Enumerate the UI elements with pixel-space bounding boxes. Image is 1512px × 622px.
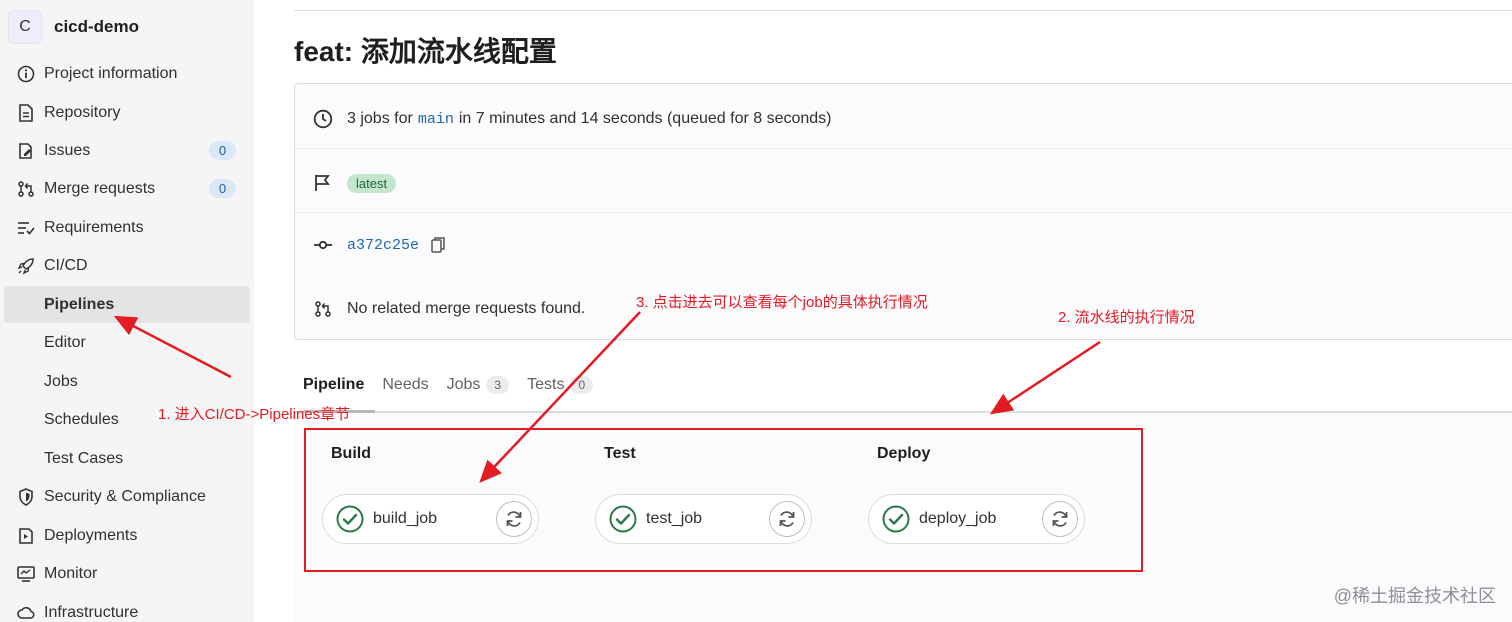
sidebar-item-label: Infrastructure (44, 603, 139, 621)
sidebar-item-repository[interactable]: Repository (4, 94, 250, 131)
summary-prefix: 3 jobs for (347, 110, 413, 127)
sidebar-item-label: Repository (44, 103, 121, 121)
info-divider (295, 148, 1512, 149)
pipeline-tags-row: latest (295, 170, 1512, 196)
sidebar-item-project-information[interactable]: Project information (4, 55, 250, 92)
sidebar-item-label: Merge requests (44, 179, 156, 197)
merge-request-icon (16, 179, 36, 199)
tab-needs[interactable]: Needs (382, 376, 428, 394)
rocket-icon (16, 256, 36, 276)
sidebar-item-infrastructure[interactable]: Infrastructure (4, 594, 250, 622)
summary-suffix: in 7 minutes and 14 seconds (queued for … (458, 110, 832, 127)
no-merge-requests-text: No related merge requests found. (347, 300, 586, 317)
sidebar-item-issues[interactable]: Issues 0 (4, 132, 250, 169)
tab-tests[interactable]: Tests 0 (527, 376, 594, 394)
annotation-1: 1. 进入CI/CD->Pipelines章节 (158, 406, 351, 423)
tab-jobs[interactable]: Jobs 3 (446, 376, 510, 394)
page-title: feat: 添加流水线配置 (294, 36, 557, 67)
sidebar-item-cicd[interactable]: CI/CD (4, 247, 250, 284)
requirements-icon (16, 218, 36, 238)
annotation-arrow-2 (989, 340, 1101, 415)
tab-label: Jobs (446, 376, 481, 393)
sidebar-item-deployments[interactable]: Deployments (4, 517, 250, 554)
sidebar-item-label: Project information (44, 64, 178, 82)
annotation-highlight-box (304, 428, 1143, 572)
latest-badge: latest (347, 173, 397, 193)
document-icon (16, 103, 36, 123)
commit-icon (313, 235, 333, 255)
watermark: @稀土掘金技术社区 (1333, 586, 1496, 606)
sidebar-item-requirements[interactable]: Requirements (4, 209, 250, 246)
sidebar-item-label: CI/CD (44, 256, 88, 274)
sidebar-item-jobs[interactable]: Jobs (4, 363, 250, 400)
deployments-icon (16, 526, 36, 546)
branch-link[interactable]: main (418, 111, 454, 128)
pipeline-summary-row: 3 jobs for main in 7 minutes and 14 seco… (295, 106, 1512, 132)
tab-count: 3 (486, 376, 510, 394)
sidebar-item-pipelines[interactable]: Pipelines (4, 286, 250, 323)
sidebar-item-label: Pipelines (44, 295, 115, 313)
sidebar-item-editor[interactable]: Editor (4, 324, 250, 361)
top-divider (294, 10, 1512, 11)
annotation-3: 3. 点击进去可以查看每个job的具体执行情况 (636, 294, 928, 311)
info-divider (295, 212, 1512, 213)
sidebar-item-monitor[interactable]: Monitor (4, 555, 250, 592)
clock-icon (313, 109, 333, 129)
sidebar-item-label: Monitor (44, 564, 98, 582)
cloud-icon (16, 603, 36, 622)
sidebar-item-test-cases[interactable]: Test Cases (4, 440, 250, 477)
issues-count-badge: 0 (209, 141, 236, 160)
sidebar-item-merge-requests[interactable]: Merge requests 0 (4, 170, 250, 207)
sidebar-item-label: Schedules (44, 410, 119, 428)
project-avatar: C (8, 10, 42, 44)
tab-pipeline[interactable]: Pipeline (303, 376, 364, 394)
project-header[interactable]: C cicd-demo (8, 8, 139, 46)
info-icon (16, 64, 36, 84)
tab-label: Needs (382, 376, 429, 393)
project-name: cicd-demo (54, 17, 140, 36)
shield-icon (16, 487, 36, 507)
sidebar-item-label: Requirements (44, 218, 144, 236)
flag-icon (313, 173, 333, 193)
issues-icon (16, 141, 36, 161)
sidebar-item-security-compliance[interactable]: Security & Compliance (4, 478, 250, 515)
sidebar-item-label: Security & Compliance (44, 487, 206, 505)
tab-label: Tests (527, 376, 565, 393)
pipeline-tabs: Pipeline Needs Jobs 3 Tests 0 (294, 370, 611, 400)
merge-requests-count-badge: 0 (209, 179, 236, 198)
commit-sha-link[interactable]: a372c25e (347, 237, 419, 254)
sidebar-item-label: Jobs (44, 372, 78, 390)
sidebar: C cicd-demo Project information Reposito… (0, 0, 254, 622)
page-root: C cicd-demo Project information Reposito… (0, 0, 1512, 622)
sidebar-item-label: Issues (44, 141, 91, 159)
annotation-2: 2. 流水线的执行情况 (1058, 309, 1195, 326)
monitor-icon (16, 564, 36, 584)
pipeline-commit-row: a372c25e (295, 232, 1512, 258)
sidebar-item-label: Editor (44, 333, 86, 351)
sidebar-item-label: Deployments (44, 526, 138, 544)
tab-count: 0 (570, 376, 594, 394)
tab-label: Pipeline (303, 376, 365, 393)
merge-request-icon (313, 299, 333, 319)
sidebar-item-label: Test Cases (44, 449, 124, 467)
copy-icon[interactable] (431, 237, 445, 253)
